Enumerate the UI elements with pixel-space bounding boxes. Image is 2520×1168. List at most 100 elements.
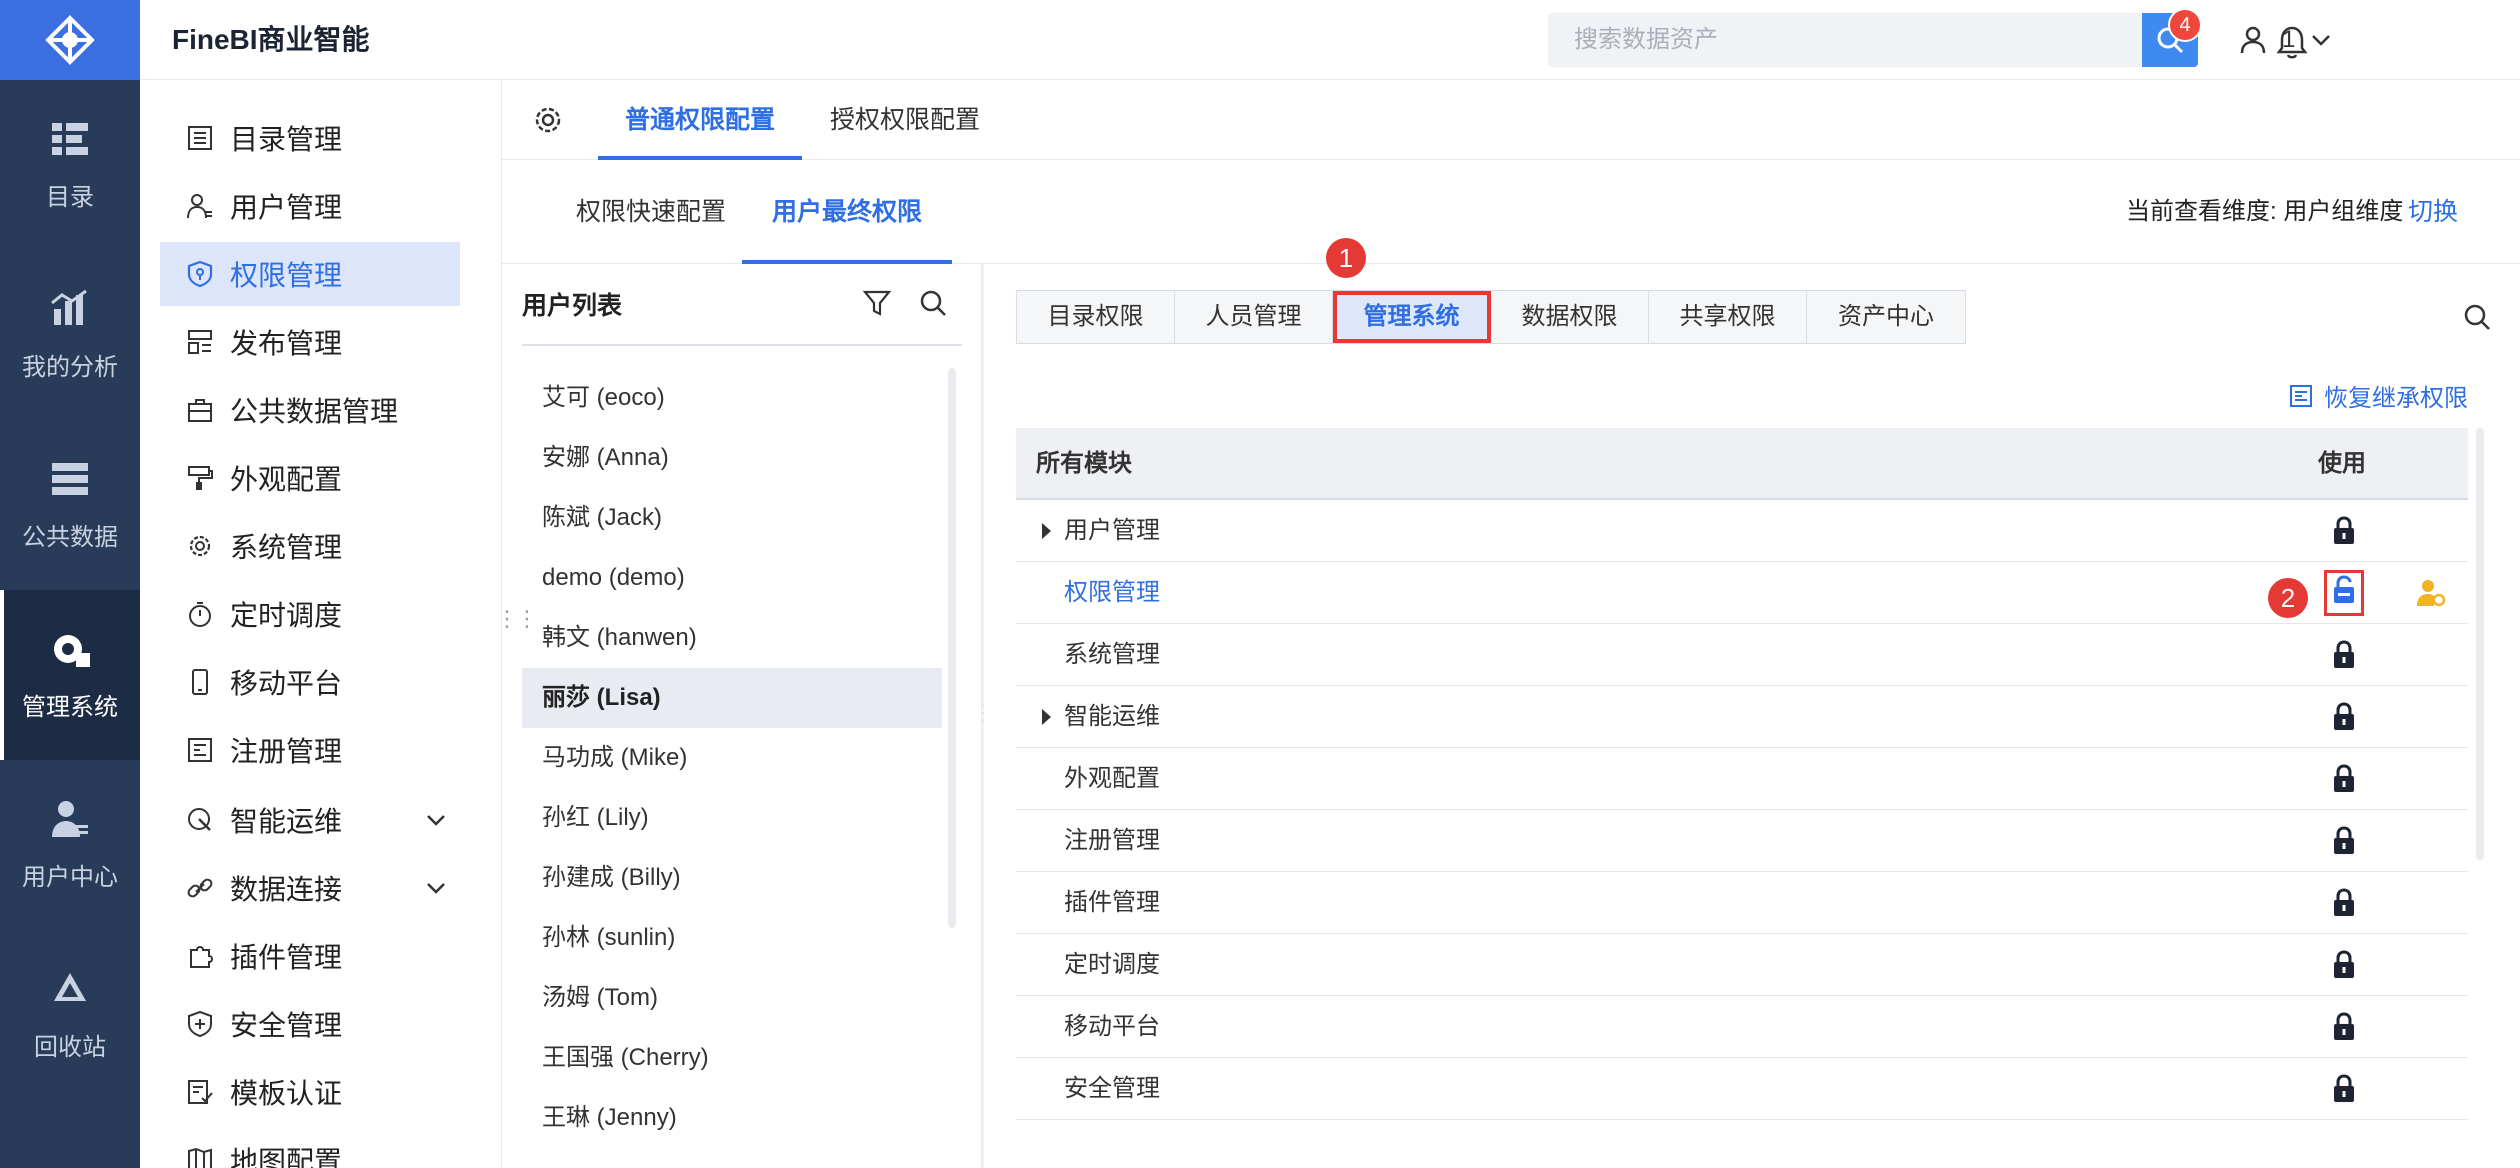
drag-handle[interactable]: ⋮⋮ bbox=[496, 606, 538, 632]
permission-search-button[interactable] bbox=[2462, 302, 2492, 337]
table-row[interactable]: 用户管理 bbox=[1016, 500, 2468, 562]
menu-label: 目录管理 bbox=[230, 124, 343, 155]
module-name: 插件管理 bbox=[1064, 889, 1160, 916]
permission-type-tabs: 目录权限 人员管理 管理系统 数据权限 共享权限 资产中心 bbox=[1016, 290, 1966, 344]
menu-item-mobile[interactable]: 移动平台 bbox=[160, 650, 460, 714]
puzzle-icon bbox=[184, 940, 216, 972]
table-row[interactable]: 注册管理 bbox=[1016, 810, 2468, 872]
user-list-item[interactable]: 陈斌 (Jack) bbox=[522, 488, 942, 548]
column-header-use: 使用 bbox=[2318, 450, 2366, 477]
module-name: 注册管理 bbox=[1064, 827, 1160, 854]
user-list-item[interactable]: 孙红 (Lily) bbox=[522, 788, 942, 848]
menu-label: 定时调度 bbox=[230, 600, 343, 631]
menu-item-schedule[interactable]: 定时调度 bbox=[160, 582, 460, 646]
recycle-icon bbox=[54, 972, 86, 1001]
rail-item-user-center[interactable]: 用户中心 bbox=[0, 760, 140, 930]
user-list-item[interactable]: 韩文 (hanwen) bbox=[522, 608, 942, 668]
tab-grant-permissions[interactable]: 授权权限配置 bbox=[820, 80, 990, 160]
use-permission-toggle[interactable] bbox=[2324, 570, 2364, 616]
perm-tab-data[interactable]: 数据权限 bbox=[1491, 291, 1649, 343]
tab-quick-config[interactable]: 权限快速配置 bbox=[550, 160, 752, 264]
expand-triangle-icon[interactable] bbox=[1042, 523, 1051, 539]
module-permission-table: 所有模块 使用 用户管理 权限管理 系统管理 智能运维 外观配置 注册管理 插件管理 定时调度… bbox=[1016, 428, 2468, 1120]
user-list-item[interactable]: 王国强 (Cherry) bbox=[522, 1028, 942, 1088]
sub-tab-bar: 权限快速配置 用户最终权限 当前查看维度: 用户组维度 切换 bbox=[502, 160, 2520, 264]
table-row[interactable]: 安全管理 bbox=[1016, 1058, 2468, 1120]
perm-tab-asset[interactable]: 资产中心 bbox=[1807, 291, 1965, 343]
search-input[interactable] bbox=[1548, 13, 2143, 67]
filter-icon[interactable] bbox=[862, 288, 892, 318]
user-list-item[interactable]: 安娜 (Anna) bbox=[522, 428, 942, 488]
user-list-item[interactable]: demo (demo) bbox=[522, 548, 942, 608]
user-list-item[interactable]: 丽莎 (Lisa) bbox=[522, 668, 942, 728]
logo-icon bbox=[45, 15, 95, 65]
menu-item-system[interactable]: 系统管理 bbox=[160, 514, 460, 578]
tab-normal-permissions[interactable]: 普通权限配置 bbox=[598, 80, 802, 160]
tab-final-permissions[interactable]: 用户最终权限 bbox=[742, 160, 952, 264]
menu-item-directory[interactable]: 目录管理 bbox=[160, 106, 460, 170]
search-icon[interactable] bbox=[918, 288, 948, 318]
table-row[interactable]: 智能运维 bbox=[1016, 686, 2468, 748]
user-list-item[interactable]: 汤姆 (Tom) bbox=[522, 968, 942, 1028]
user-list-item[interactable]: 孙建成 (Billy) bbox=[522, 848, 942, 908]
menu-item-plugins[interactable]: 插件管理 bbox=[160, 924, 460, 988]
dimension-label: 当前查看维度: 用户组维度 bbox=[2126, 198, 2404, 225]
lock-icon[interactable] bbox=[2332, 516, 2356, 553]
table-row[interactable]: 权限管理 bbox=[1016, 562, 2468, 624]
menu-item-publish[interactable]: 发布管理 bbox=[160, 310, 460, 374]
user-list-item[interactable]: 王琳 (Jenny) bbox=[522, 1088, 942, 1148]
menu-item-users[interactable]: 用户管理 bbox=[160, 174, 460, 238]
stopwatch-icon bbox=[184, 598, 216, 630]
lock-icon[interactable] bbox=[2332, 826, 2356, 863]
menu-item-security[interactable]: 安全管理 bbox=[160, 992, 460, 1056]
menu-item-permissions[interactable]: 权限管理 bbox=[160, 242, 460, 306]
settings-button[interactable] bbox=[532, 104, 564, 141]
perm-tab-personnel[interactable]: 人员管理 bbox=[1175, 291, 1333, 343]
link-icon bbox=[184, 872, 216, 904]
restore-label: 恢复继承权限 bbox=[2324, 385, 2468, 412]
permission-table-scrollbar[interactable] bbox=[2476, 428, 2484, 860]
perm-tab-management[interactable]: 管理系统 bbox=[1333, 291, 1491, 343]
user-list-item[interactable]: 马功成 (Mike) bbox=[522, 728, 942, 788]
user-permission-icon[interactable] bbox=[2416, 578, 2446, 615]
user-list-item[interactable]: 孙林 (sunlin) bbox=[522, 908, 942, 968]
restore-inheritance-button[interactable]: 恢复继承权限 bbox=[2288, 378, 2468, 413]
perm-tab-share[interactable]: 共享权限 bbox=[1649, 291, 1807, 343]
table-row[interactable]: 系统管理 bbox=[1016, 624, 2468, 686]
lock-icon[interactable] bbox=[2332, 764, 2356, 801]
rail-label: 用户中心 bbox=[22, 863, 118, 891]
menu-label: 注册管理 bbox=[230, 736, 343, 767]
rail-item-recycle[interactable]: 回收站 bbox=[0, 930, 140, 1100]
menu-item-template-cert[interactable]: 模板认证 bbox=[160, 1060, 460, 1124]
rail-item-directory[interactable]: 目录 bbox=[0, 80, 140, 250]
dimension-switch-link[interactable]: 切换 bbox=[2408, 160, 2458, 264]
lock-icon[interactable] bbox=[2332, 888, 2356, 925]
menu-item-map[interactable]: 地图配置 bbox=[160, 1128, 460, 1168]
user-menu[interactable]: 1 bbox=[2238, 20, 2333, 60]
table-row[interactable]: 定时调度 bbox=[1016, 934, 2468, 996]
lock-icon[interactable] bbox=[2332, 1074, 2356, 1111]
menu-item-ops[interactable]: 智能运维 bbox=[160, 788, 460, 852]
user-icon bbox=[2240, 26, 2266, 54]
expand-triangle-icon[interactable] bbox=[1042, 709, 1051, 725]
module-name: 定时调度 bbox=[1064, 951, 1160, 978]
menu-item-data-connection[interactable]: 数据连接 bbox=[160, 856, 460, 920]
table-row[interactable]: 外观配置 bbox=[1016, 748, 2468, 810]
rail-item-management[interactable]: 管理系统 bbox=[0, 590, 140, 760]
menu-item-public-data[interactable]: 公共数据管理 bbox=[160, 378, 460, 442]
table-row[interactable]: 移动平台 bbox=[1016, 996, 2468, 1058]
perm-tab-directory[interactable]: 目录权限 bbox=[1017, 291, 1175, 343]
lock-icon[interactable] bbox=[2332, 950, 2356, 987]
lock-icon[interactable] bbox=[2332, 640, 2356, 677]
menu-item-appearance[interactable]: 外观配置 bbox=[160, 446, 460, 510]
user-list-item[interactable]: 艾可 (eoco) bbox=[522, 368, 942, 428]
rail-item-analysis[interactable]: 我的分析 bbox=[0, 250, 140, 420]
lock-icon[interactable] bbox=[2332, 1012, 2356, 1049]
table-row[interactable]: 插件管理 bbox=[1016, 872, 2468, 934]
user-list-scrollbar[interactable] bbox=[948, 368, 956, 928]
rail-item-public-data[interactable]: 公共数据 bbox=[0, 420, 140, 590]
lock-icon[interactable] bbox=[2332, 702, 2356, 739]
app-logo[interactable] bbox=[0, 0, 140, 80]
menu-item-register[interactable]: 注册管理 bbox=[160, 718, 460, 782]
gear-icon bbox=[184, 530, 216, 562]
